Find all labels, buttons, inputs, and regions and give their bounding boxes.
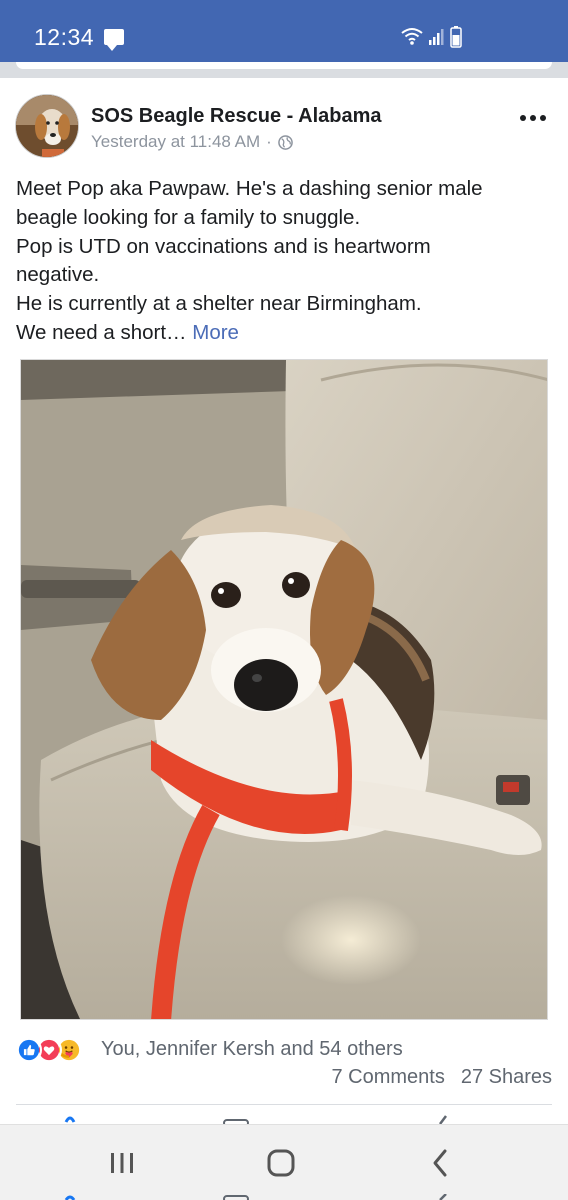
- post-photo[interactable]: [20, 359, 548, 1020]
- more-dot-icon: [520, 115, 526, 121]
- recent-apps-icon: [111, 1153, 133, 1173]
- post-text-truncated: We need a short…: [16, 320, 187, 344]
- more-dot-icon: [540, 115, 546, 121]
- globe-icon: [278, 134, 293, 150]
- shares-count[interactable]: 27 Shares: [461, 1066, 552, 1089]
- post-header: SOS Beagle Rescue - Alabama Yesterday at…: [0, 86, 568, 166]
- meta-separator: ·: [266, 132, 272, 151]
- post-text-line: beagle looking for a family to snuggle.: [16, 205, 361, 229]
- post-text-line: negative.: [16, 263, 100, 287]
- reaction-summary[interactable]: You, Jennifer Kersh and 54 others: [101, 1038, 403, 1061]
- signal-icon: [429, 29, 444, 45]
- post-text-line: Pop is UTD on vaccinations and is heartw…: [16, 234, 431, 258]
- post-text-line-last: We need a short… More: [16, 319, 556, 348]
- more-options-button[interactable]: [518, 108, 548, 128]
- status-bar: 12:34: [0, 0, 568, 62]
- status-icons: [400, 26, 462, 48]
- post-timestamp[interactable]: Yesterday at 11:48 AM: [91, 132, 260, 152]
- post-meta: Yesterday at 11:48 AM ·: [91, 132, 293, 152]
- see-more-link[interactable]: More: [192, 321, 239, 344]
- home-icon: [267, 1149, 295, 1177]
- back-icon: [433, 1149, 447, 1177]
- previous-card-edge: [0, 62, 568, 78]
- comments-count[interactable]: 7 Comments: [331, 1066, 444, 1089]
- action-bar-peek-bottom: [64, 1194, 447, 1200]
- page-avatar[interactable]: [15, 94, 79, 158]
- reaction-icons[interactable]: [16, 1036, 82, 1064]
- post-text-line: Meet Pop aka Pawpaw. He's a dashing seni…: [16, 177, 483, 200]
- battery-icon: [450, 26, 462, 48]
- recent-apps-button[interactable]: [102, 1147, 142, 1179]
- home-button[interactable]: [261, 1147, 301, 1179]
- status-time: 12:34: [34, 24, 95, 50]
- system-nav-bar: [0, 1124, 568, 1200]
- page-name[interactable]: SOS Beagle Rescue - Alabama: [91, 105, 382, 128]
- more-dot-icon: [530, 115, 536, 121]
- beagle-photo: [21, 360, 547, 1019]
- message-icon: [104, 29, 124, 51]
- post-text-line: He is currently at a shelter near Birmin…: [16, 292, 422, 316]
- back-button[interactable]: [420, 1147, 460, 1179]
- like-icon: [16, 1037, 42, 1063]
- post-text: Meet Pop aka Pawpaw. He's a dashing seni…: [16, 175, 556, 348]
- wifi-icon: [401, 28, 423, 45]
- engagement-counts: 7 Comments 27 Shares: [331, 1066, 552, 1089]
- divider: [16, 1104, 552, 1105]
